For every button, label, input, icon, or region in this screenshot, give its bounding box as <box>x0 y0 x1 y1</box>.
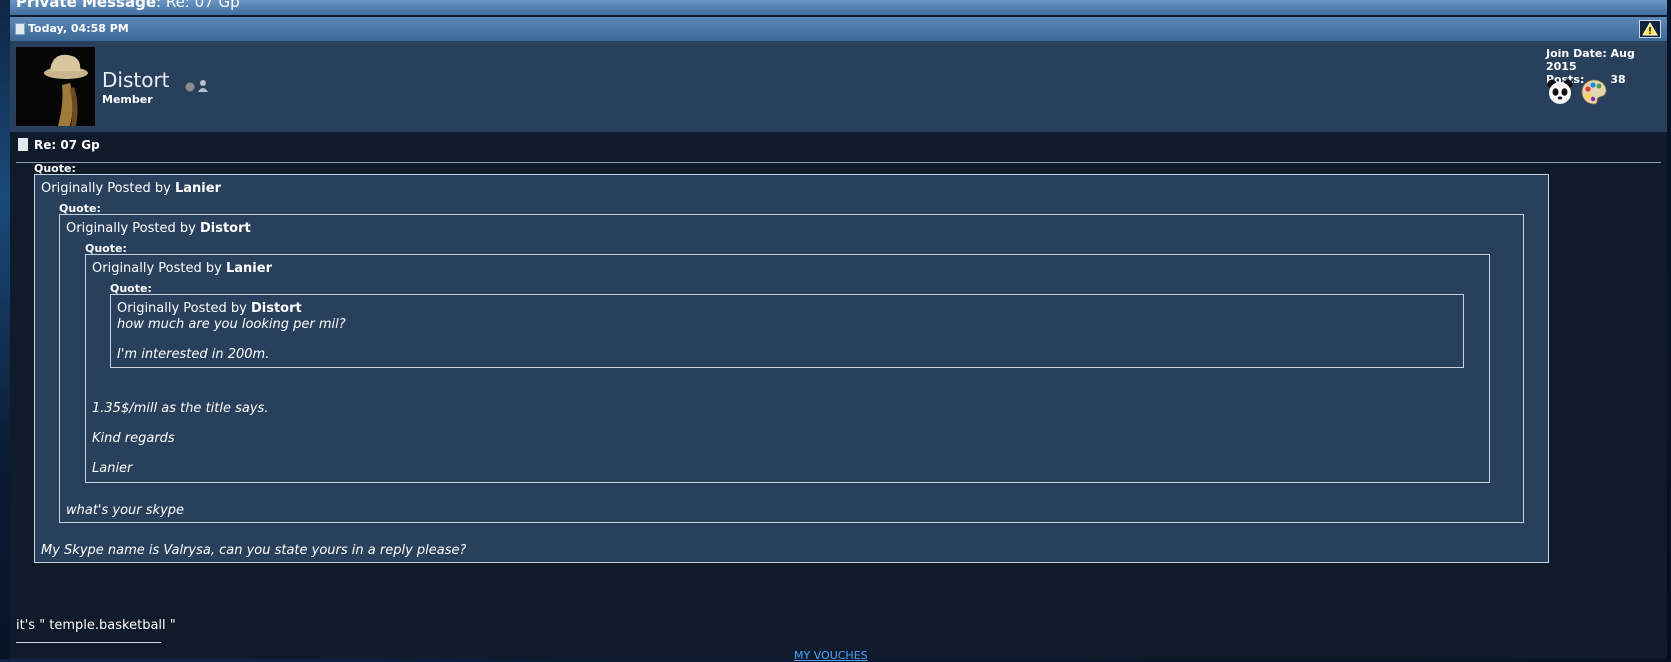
quote-attribution: Originally Posted by <box>117 301 247 316</box>
title-label: Private Message <box>16 0 156 11</box>
divider <box>16 162 1661 163</box>
post-title-text: Re: 07 Gp <box>34 138 100 152</box>
window-title-bar: Private Message: Re: 07 Gp <box>10 0 1667 15</box>
quote-body-line: Kind regards <box>92 431 175 446</box>
quote-author[interactable]: Lanier <box>175 181 221 196</box>
report-button[interactable] <box>1639 20 1661 38</box>
quote-author[interactable]: Distort <box>251 301 302 316</box>
quote-header: Originally Posted by Distort <box>117 301 302 316</box>
palette-icon <box>1580 78 1608 106</box>
quote-box: Originally Posted by Distort how much ar… <box>110 294 1464 368</box>
quote-body-line: how much are you looking per mil? <box>117 317 346 332</box>
user-role: Member <box>102 93 153 106</box>
title-value: Re: 07 Gp <box>165 0 240 11</box>
quote-body-line: 1.35$/mill as the title says. <box>92 401 269 416</box>
quote-body: My Skype name is Valrysa, can you state … <box>41 543 467 558</box>
quote-attribution: Originally Posted by <box>41 181 171 196</box>
quote-box: Originally Posted by Lanier 1.35$/mill a… <box>85 254 1490 483</box>
quote-header: Originally Posted by Distort <box>66 221 251 236</box>
warning-triangle-icon <box>1642 22 1658 36</box>
avatar[interactable] <box>16 47 95 126</box>
signature-divider <box>16 642 161 643</box>
reply-text: it's " temple.basketball " <box>16 618 176 633</box>
message-date: Today, 04:58 PM <box>28 22 129 35</box>
username-link[interactable]: Distort <box>102 68 170 92</box>
posts-value: 38 <box>1610 73 1626 86</box>
quote-attribution: Originally Posted by <box>66 221 196 236</box>
post-title: Re: 07 Gp <box>18 138 100 152</box>
quote-body: what's your skype <box>66 503 185 518</box>
quote-author[interactable]: Lanier <box>226 261 272 276</box>
quote-attribution: Originally Posted by <box>92 261 222 276</box>
avatar-image <box>16 47 95 126</box>
user-silhouette-icon <box>198 80 208 92</box>
join-date-label: Join Date: <box>1546 47 1607 60</box>
vouches-link[interactable]: MY VOUCHES <box>794 649 868 662</box>
message-icon <box>15 23 25 35</box>
quote-header: Originally Posted by Lanier <box>92 261 272 276</box>
offline-dot-icon <box>185 82 195 92</box>
quote-header: Originally Posted by Lanier <box>41 181 221 196</box>
message-date-bar: Today, 04:58 PM <box>10 17 1667 41</box>
user-info-panel: Distort Member Join Date: Aug 2015 Posts… <box>10 41 1667 132</box>
document-icon <box>18 138 28 151</box>
message-frame: Private Message: Re: 07 Gp Today, 04:58 … <box>10 0 1667 662</box>
quote-body-line: I'm interested in 200m. <box>117 347 270 362</box>
quote-author[interactable]: Distort <box>200 221 251 236</box>
panda-icon <box>1546 78 1574 106</box>
quote-body-line: Lanier <box>92 461 133 476</box>
